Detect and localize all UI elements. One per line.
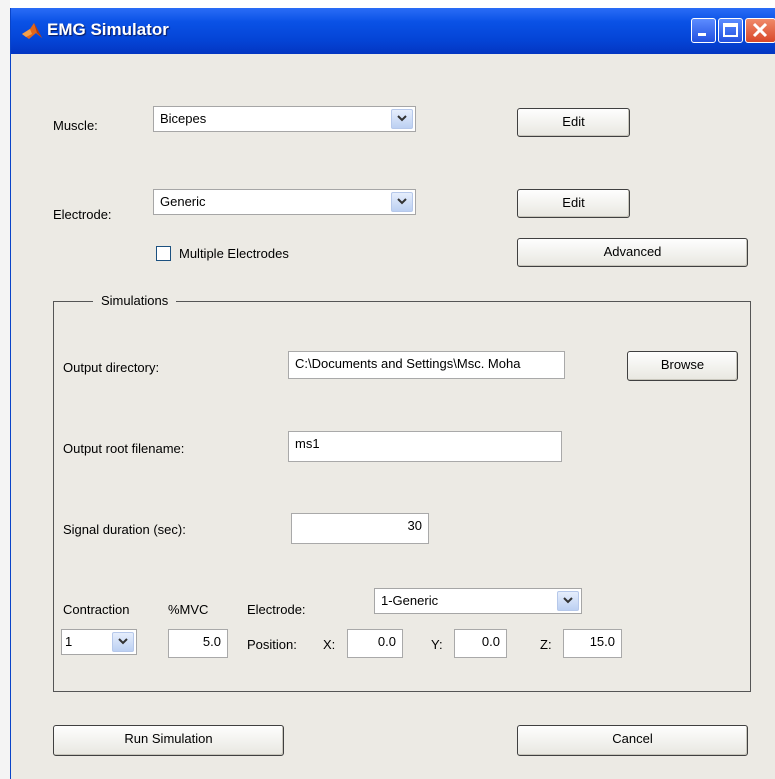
- background-strip: [0, 0, 10, 779]
- chevron-down-icon[interactable]: [112, 632, 134, 652]
- electrode-edit-button[interactable]: Edit: [517, 189, 630, 218]
- chevron-down-icon[interactable]: [391, 192, 413, 212]
- simulations-panel-title: Simulations: [93, 293, 177, 309]
- position-z-input[interactable]: 15.0: [563, 629, 622, 658]
- output-directory-input[interactable]: C:\Documents and Settings\Msc. Moha: [288, 351, 565, 379]
- output-root-filename-input[interactable]: ms1: [288, 431, 562, 462]
- electrode-select[interactable]: Generic: [153, 189, 416, 215]
- muscle-select[interactable]: Bicepes: [153, 106, 416, 132]
- browse-button[interactable]: Browse: [627, 351, 738, 381]
- electrode-select-value: Generic: [160, 194, 206, 209]
- muscle-edit-button[interactable]: Edit: [517, 108, 630, 137]
- emg-simulator-window: EMG Simulator Muscle: Bicepes Edit Elect…: [10, 8, 775, 779]
- maximize-button[interactable]: [718, 18, 743, 43]
- muscle-select-value: Bicepes: [160, 111, 207, 126]
- window-title: EMG Simulator: [47, 20, 169, 39]
- output-root-filename-label: Output root filename:: [63, 441, 185, 456]
- run-simulation-button[interactable]: Run Simulation: [53, 725, 284, 756]
- advanced-button[interactable]: Advanced: [517, 238, 748, 267]
- close-icon: [752, 22, 768, 38]
- signal-duration-label: Signal duration (sec):: [63, 522, 186, 537]
- contraction-select[interactable]: 1: [61, 629, 137, 655]
- maximize-icon: [723, 23, 738, 37]
- close-button[interactable]: [745, 18, 775, 43]
- mvc-label: %MVC: [168, 602, 209, 617]
- muscle-label: Muscle:: [53, 118, 98, 133]
- cancel-button[interactable]: Cancel: [517, 725, 748, 756]
- contraction-select-value: 1: [65, 634, 73, 649]
- position-y-input[interactable]: 0.0: [454, 629, 507, 658]
- position-x-input[interactable]: 0.0: [347, 629, 403, 658]
- position-label: Position:: [247, 637, 297, 652]
- multiple-electrodes-label[interactable]: Multiple Electrodes: [179, 246, 289, 262]
- position-x-label: X:: [323, 637, 336, 652]
- position-y-label: Y:: [431, 637, 443, 652]
- chevron-down-icon[interactable]: [391, 109, 413, 129]
- mvc-input[interactable]: 5.0: [168, 629, 228, 658]
- simulation-electrode-select[interactable]: 1-Generic: [374, 588, 582, 614]
- electrode-label: Electrode:: [53, 207, 112, 222]
- output-directory-label: Output directory:: [63, 360, 160, 375]
- chevron-down-icon[interactable]: [557, 591, 579, 611]
- position-z-label: Z:: [540, 637, 552, 652]
- signal-duration-input[interactable]: 30: [291, 513, 429, 544]
- simulation-electrode-select-value: 1-Generic: [381, 593, 439, 608]
- minimize-icon: [698, 33, 706, 36]
- title-bar[interactable]: EMG Simulator: [11, 8, 775, 54]
- contraction-label: Contraction: [63, 602, 130, 617]
- matlab-icon: [21, 21, 43, 41]
- simulation-electrode-label: Electrode:: [247, 602, 306, 617]
- minimize-button[interactable]: [691, 18, 716, 43]
- multiple-electrodes-checkbox[interactable]: [156, 246, 171, 261]
